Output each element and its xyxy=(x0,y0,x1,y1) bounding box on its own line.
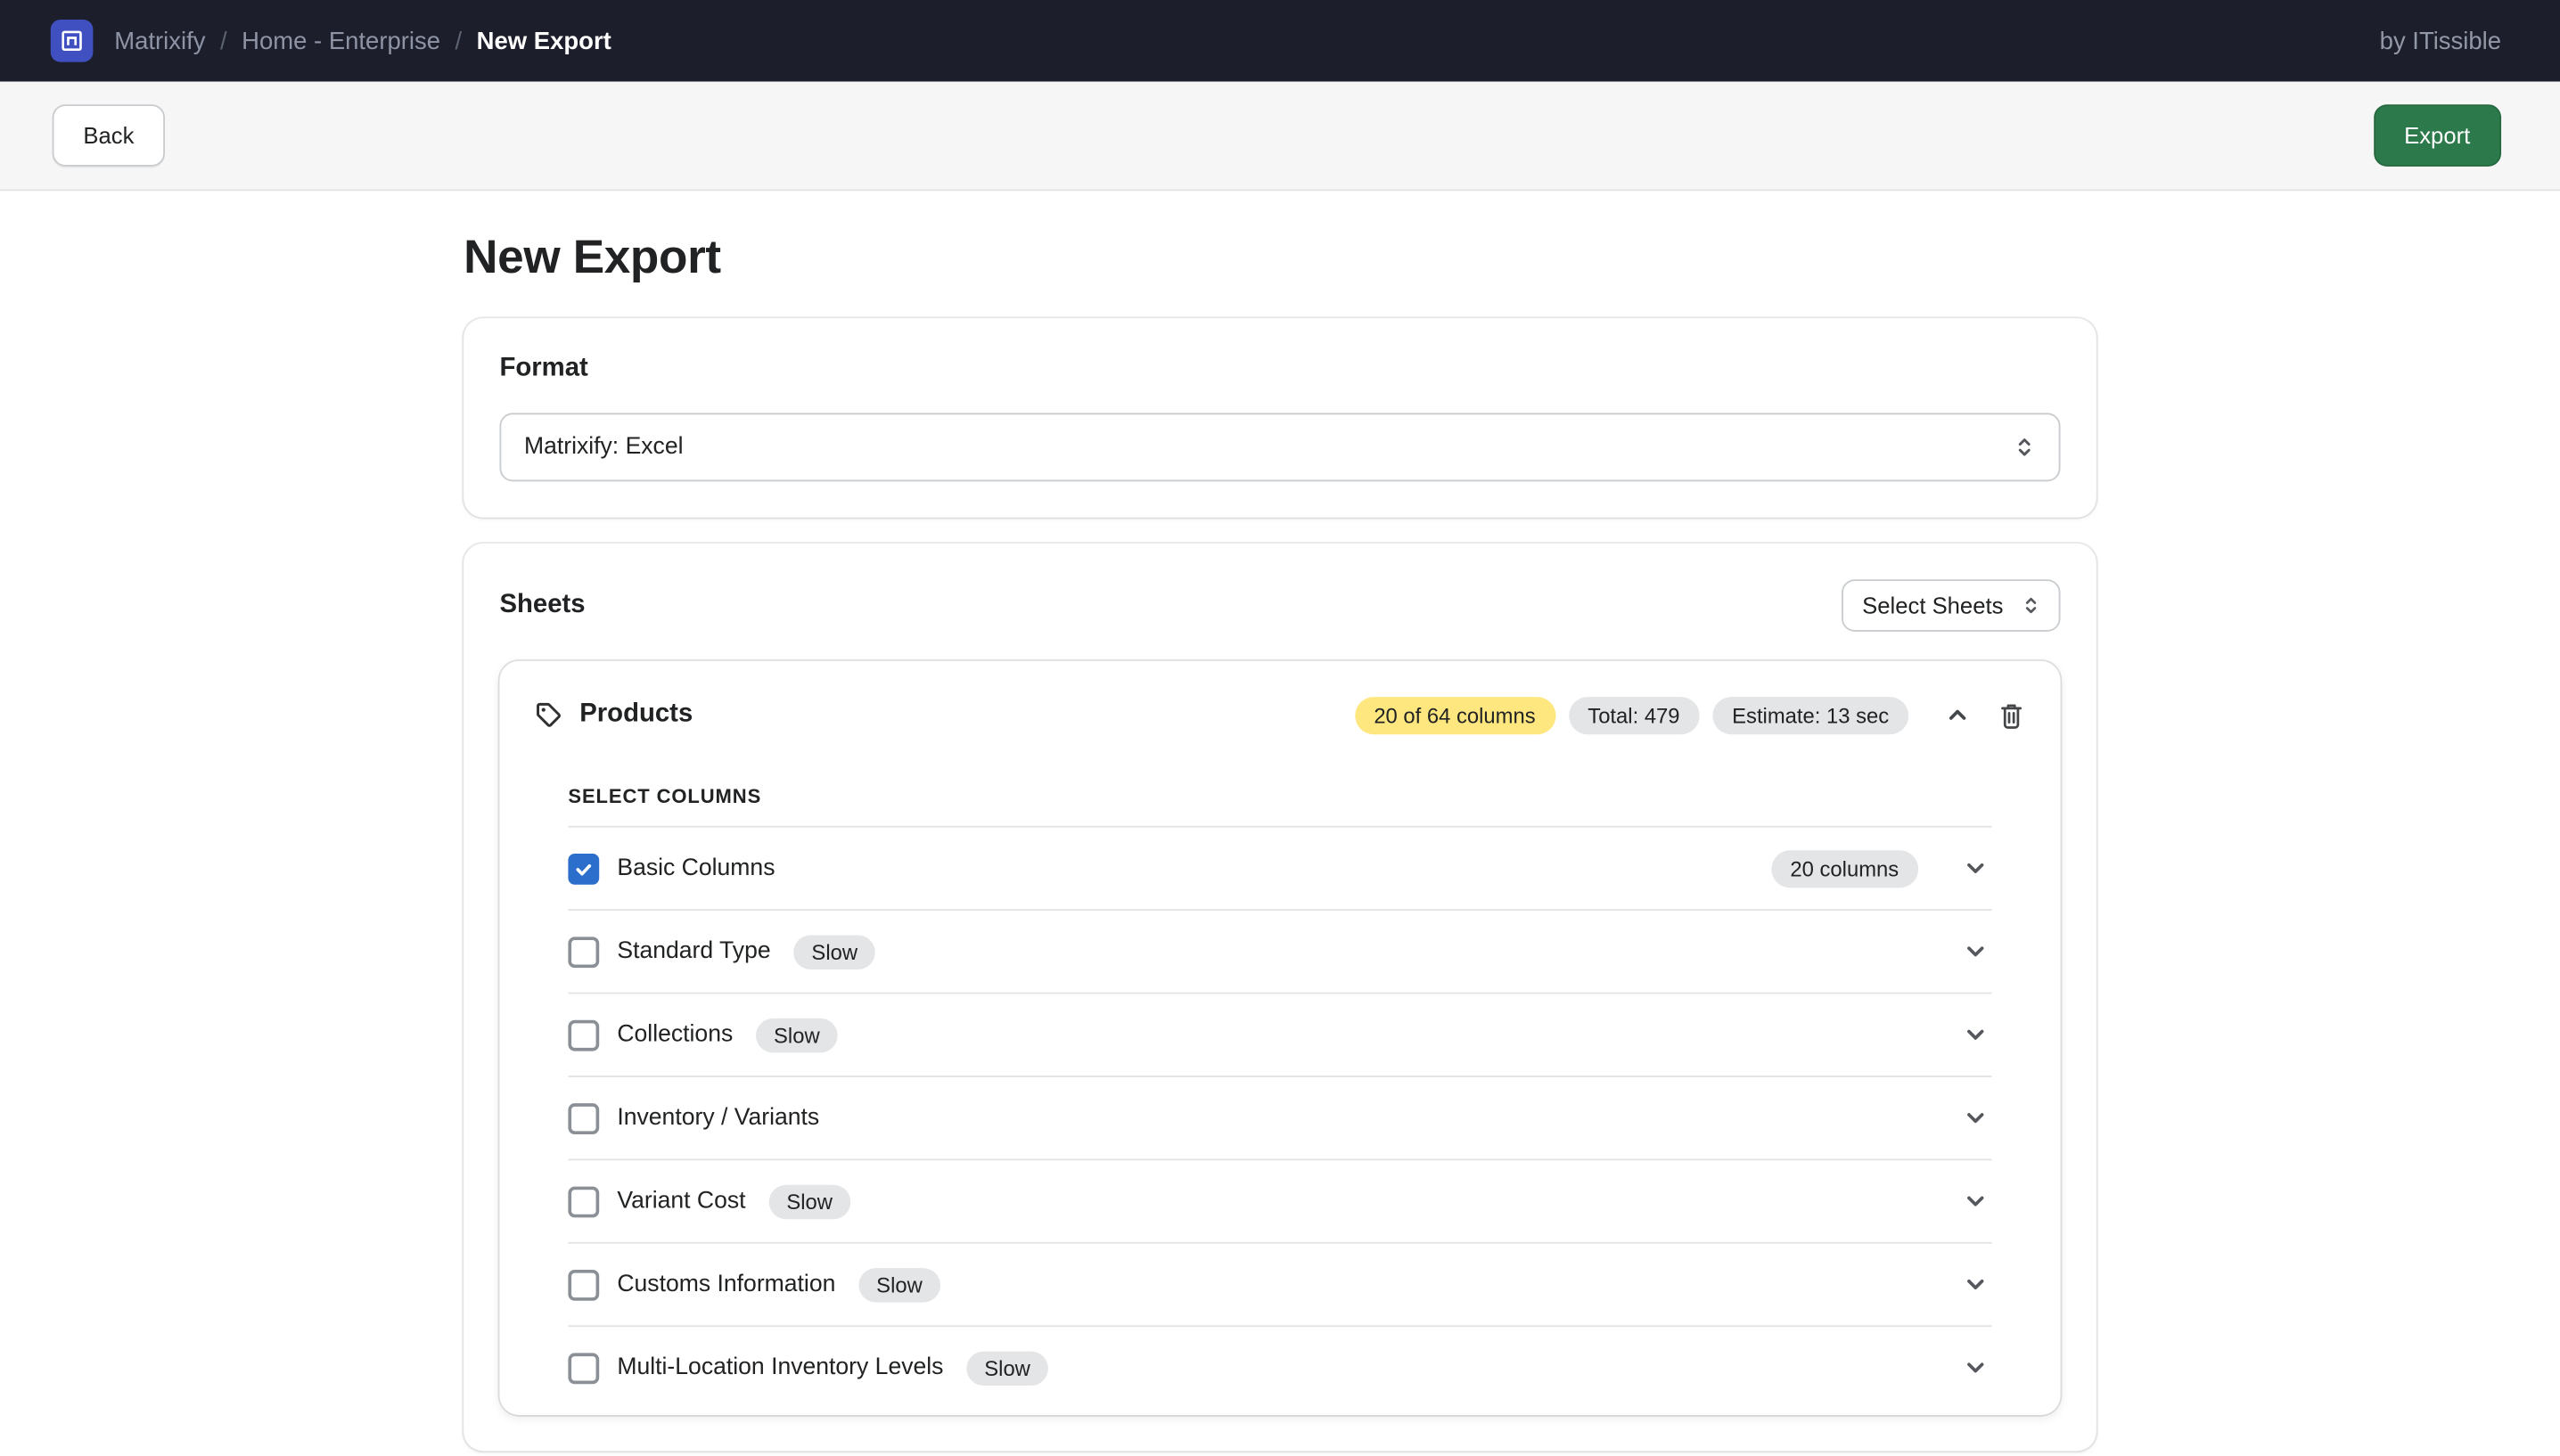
breadcrumb: Matrixify / Home - Enterprise / New Expo… xyxy=(114,27,611,54)
column-group-checkbox[interactable] xyxy=(568,1102,599,1133)
chevron-down-icon[interactable] xyxy=(1959,1268,1992,1301)
column-group-checkbox[interactable] xyxy=(568,1019,599,1051)
column-group-right xyxy=(1959,1185,1992,1218)
column-group-left: Multi-Location Inventory Levels Slow xyxy=(568,1351,1048,1385)
slow-badge: Slow xyxy=(966,1351,1048,1385)
columns-count-badge: 20 of 64 columns xyxy=(1354,696,1555,733)
chevron-down-icon[interactable] xyxy=(1959,1352,1992,1385)
products-sheet-card: Products 20 of 64 columns Total: 479 Est… xyxy=(499,661,2060,1415)
action-toolbar: Back Export xyxy=(0,82,2560,192)
main-content: New Export Format Matrixify: Excel Sheet… xyxy=(464,191,2096,1451)
chevron-down-icon[interactable] xyxy=(1959,1101,1992,1134)
column-group-right xyxy=(1959,1352,1992,1385)
format-select[interactable]: Matrixify: Excel xyxy=(499,413,2060,481)
page-title: New Export xyxy=(464,232,2096,285)
column-group-right xyxy=(1959,936,1992,969)
breadcrumb-matrixify[interactable]: Matrixify xyxy=(114,27,205,54)
column-group-right xyxy=(1959,1101,1992,1134)
column-group-label: Standard Type xyxy=(617,938,770,964)
column-group-right xyxy=(1959,1268,1992,1301)
tag-icon xyxy=(532,699,565,732)
breadcrumb-new-export: New Export xyxy=(477,27,611,54)
app-window: Matrixify / Home - Enterprise / New Expo… xyxy=(0,0,2560,1456)
slow-badge: Slow xyxy=(793,935,875,969)
column-groups-list: Basic Columns 20 columns Standard Type S… xyxy=(568,826,1991,1409)
select-columns-label: SELECT COLUMNS xyxy=(568,785,1991,808)
select-sheets-button[interactable]: Select Sheets xyxy=(1841,579,2060,632)
products-sheet-title: Products xyxy=(579,700,693,730)
column-group-checkbox[interactable] xyxy=(568,1353,599,1384)
column-group-left: Collections Slow xyxy=(568,1018,837,1051)
column-group-left: Standard Type Slow xyxy=(568,935,875,969)
column-group-row[interactable]: Standard Type Slow xyxy=(568,909,1991,992)
format-card: Format Matrixify: Excel xyxy=(464,318,2096,517)
column-group-checkbox[interactable] xyxy=(568,1269,599,1300)
column-group-row[interactable]: Variant Cost Slow xyxy=(568,1158,1991,1241)
column-group-label: Multi-Location Inventory Levels xyxy=(617,1354,943,1380)
chevron-down-icon[interactable] xyxy=(1959,1185,1992,1218)
column-group-label: Inventory / Variants xyxy=(617,1105,819,1131)
slow-badge: Slow xyxy=(858,1267,940,1301)
column-group-row[interactable]: Multi-Location Inventory Levels Slow xyxy=(568,1325,1991,1408)
column-group-label: Collections xyxy=(617,1022,733,1048)
breadcrumb-home-enterprise[interactable]: Home - Enterprise xyxy=(242,27,440,54)
column-group-left: Customs Information Slow xyxy=(568,1267,940,1301)
chevron-down-icon[interactable] xyxy=(1959,1018,1992,1051)
delete-sheet-button[interactable] xyxy=(1995,699,2028,732)
column-group-checkbox[interactable] xyxy=(568,1186,599,1217)
column-group-row[interactable]: Inventory / Variants xyxy=(568,1076,1991,1158)
column-group-label: Variant Cost xyxy=(617,1188,745,1214)
column-group-left: Variant Cost Slow xyxy=(568,1184,850,1218)
column-group-checkbox[interactable] xyxy=(568,936,599,967)
slow-badge: Slow xyxy=(756,1018,838,1051)
export-button[interactable]: Export xyxy=(2373,104,2501,167)
total-badge: Total: 479 xyxy=(1568,696,1699,733)
column-group-label: Basic Columns xyxy=(617,855,775,881)
selected-columns-badge: 20 columns xyxy=(1770,849,1918,887)
column-group-checkbox[interactable] xyxy=(568,853,599,884)
select-sheets-label: Select Sheets xyxy=(1862,593,2003,618)
column-group-right xyxy=(1959,1018,1992,1051)
select-caret-icon xyxy=(2018,593,2044,618)
breadcrumb-separator: / xyxy=(455,27,463,54)
column-group-left: Basic Columns xyxy=(568,853,775,884)
column-group-left: Inventory / Variants xyxy=(568,1102,819,1133)
format-select-value: Matrixify: Excel xyxy=(524,434,684,460)
back-button[interactable]: Back xyxy=(53,104,166,167)
select-caret-icon xyxy=(2010,432,2039,462)
topbar: Matrixify / Home - Enterprise / New Expo… xyxy=(0,0,2560,82)
products-sheet-header: Products 20 of 64 columns Total: 479 Est… xyxy=(532,691,2028,740)
sheets-header: Sheets Select Sheets xyxy=(499,579,2060,632)
products-sheet-badges: 20 of 64 columns Total: 479 Estimate: 13… xyxy=(1354,696,2028,733)
column-group-row[interactable]: Collections Slow xyxy=(568,993,1991,1076)
slow-badge: Slow xyxy=(768,1184,850,1218)
chevron-down-icon[interactable] xyxy=(1959,852,1992,885)
estimate-badge: Estimate: 13 sec xyxy=(1712,696,1908,733)
column-group-right: 20 columns xyxy=(1770,849,1991,887)
column-group-row[interactable]: Basic Columns 20 columns xyxy=(568,826,1991,909)
byline-text: by ITissible xyxy=(2380,27,2501,54)
chevron-down-icon[interactable] xyxy=(1959,936,1992,969)
sheets-heading: Sheets xyxy=(499,591,585,620)
collapse-sheet-button[interactable] xyxy=(1941,699,1974,732)
sheets-card: Sheets Select Sheets xyxy=(464,544,2096,1451)
column-group-label: Customs Information xyxy=(617,1272,835,1297)
format-heading: Format xyxy=(499,354,2060,383)
matrixify-logo-icon[interactable] xyxy=(51,20,94,62)
breadcrumb-separator: / xyxy=(220,27,227,54)
column-group-row[interactable]: Customs Information Slow xyxy=(568,1242,1991,1325)
